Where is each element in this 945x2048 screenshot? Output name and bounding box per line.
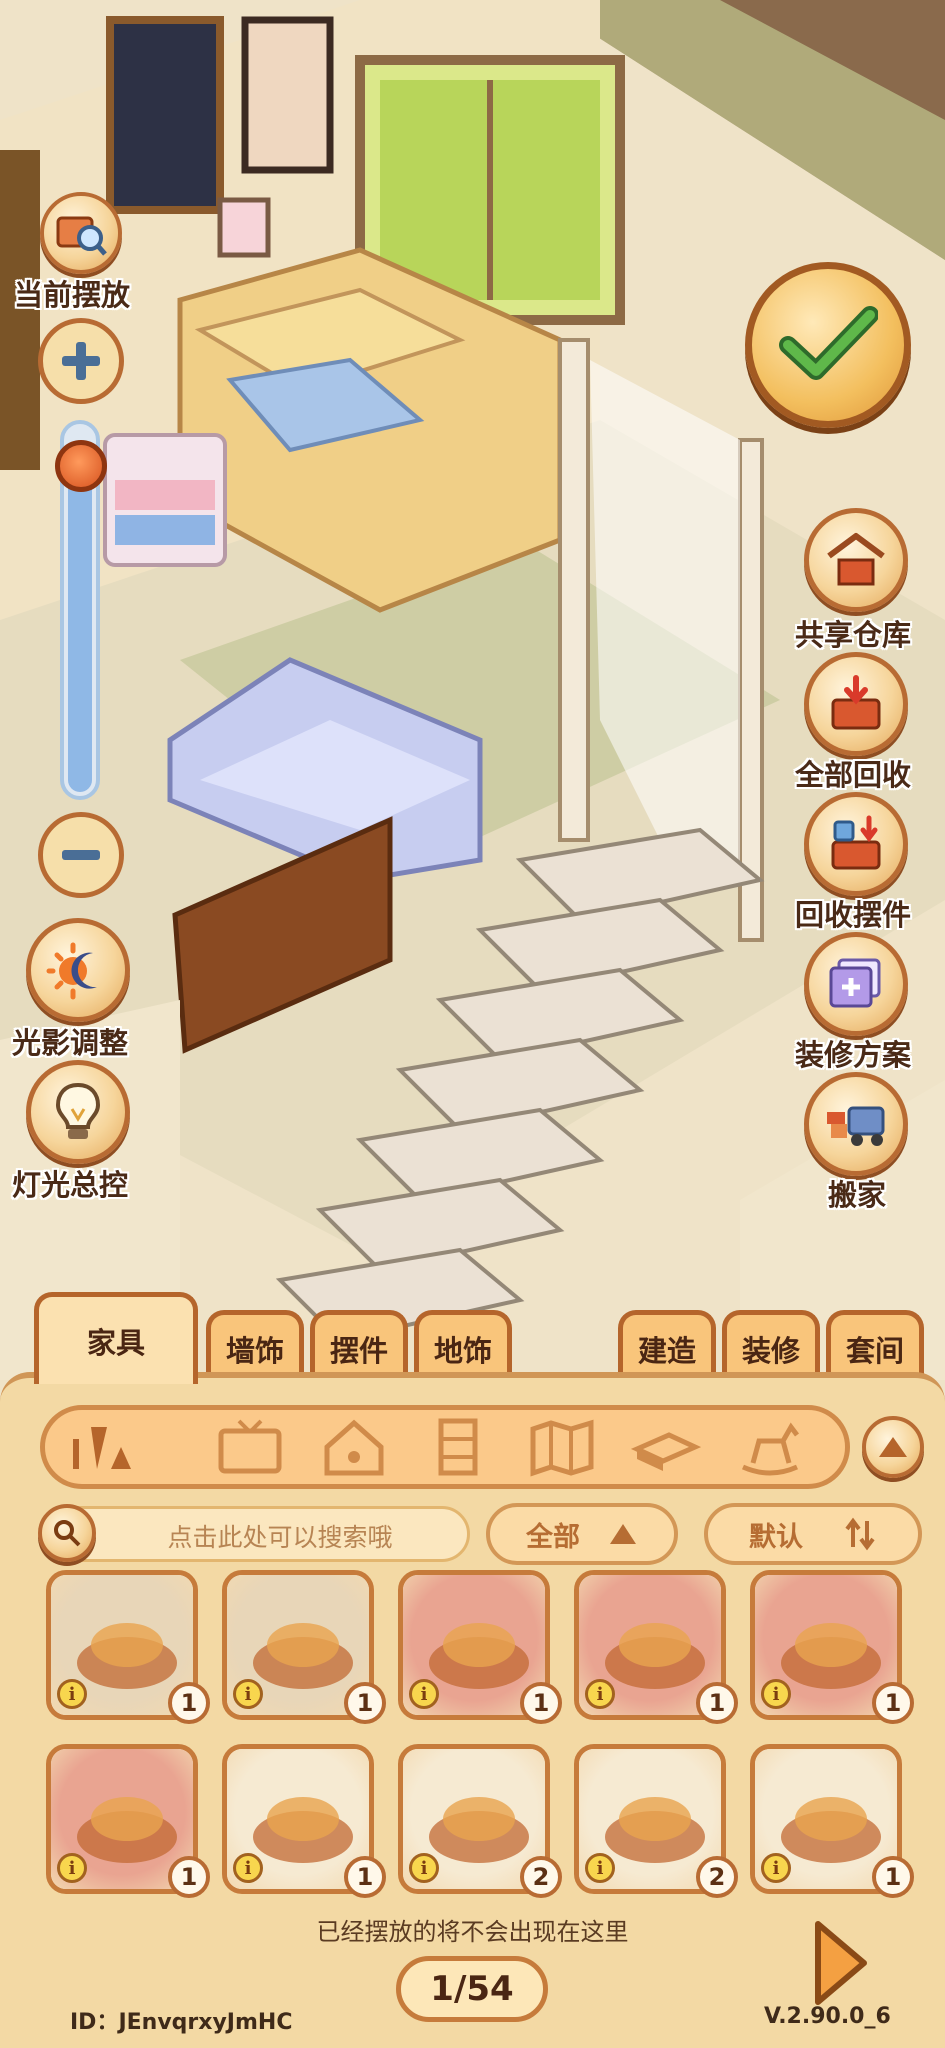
cup-box-icon: [831, 815, 881, 870]
light-bulb-icon: [55, 1082, 101, 1139]
move-house-button[interactable]: [804, 1072, 908, 1176]
decoration-plan-button[interactable]: [804, 932, 908, 1036]
filter-dropdown[interactable]: 全部: [486, 1503, 678, 1565]
plus-icon: [62, 342, 100, 380]
triangle-up-icon: [610, 1524, 636, 1544]
moving-truck-icon: [827, 1106, 885, 1146]
map-icon[interactable]: [522, 1412, 602, 1482]
move-house-label: 搬家: [828, 1178, 887, 1212]
item-count-badge: 1: [872, 1856, 914, 1898]
bed-icon[interactable]: [626, 1412, 706, 1482]
minus-icon: [62, 850, 100, 860]
item-count-badge: 1: [344, 1856, 386, 1898]
light-master-button[interactable]: [26, 1060, 130, 1164]
filter-label: 全部: [526, 1521, 580, 1553]
search-icon[interactable]: [38, 1504, 96, 1562]
item-count-badge: 2: [520, 1856, 562, 1898]
item-count-badge: 1: [168, 1682, 210, 1724]
blueprint-plus-icon: [829, 958, 881, 1008]
rocking-horse-icon[interactable]: [730, 1412, 810, 1482]
sun-moon-icon: [46, 942, 97, 1000]
shelf-icon[interactable]: [418, 1412, 498, 1482]
recall-ornaments-button[interactable]: [804, 792, 908, 896]
version-label: V.2.90.0_6: [764, 2004, 891, 2029]
item-count-badge: 1: [168, 1856, 210, 1898]
tab-furniture[interactable]: 家具: [34, 1292, 198, 1384]
confirm-button[interactable]: [745, 262, 911, 428]
user-id: ID：JEnvqrxyJmHC: [70, 2010, 293, 2035]
zoom-slider-fill: [68, 457, 92, 792]
info-icon[interactable]: i: [585, 1853, 615, 1883]
item-count-badge: 1: [696, 1682, 738, 1724]
shared-storage-button[interactable]: [804, 508, 908, 612]
decoration-plan-label: 装修方案: [795, 1038, 912, 1072]
warehouse-icon: [827, 533, 885, 586]
info-icon[interactable]: i: [233, 1679, 263, 1709]
box-down-arrow-icon: [831, 675, 881, 730]
search-placeholder: 点击此处可以搜索哦: [167, 1523, 393, 1552]
lighting-adjust-button[interactable]: [26, 918, 130, 1022]
lighting-adjust-label: 光影调整: [12, 1026, 129, 1060]
info-icon[interactable]: i: [57, 1679, 87, 1709]
pet-house-icon[interactable]: [314, 1412, 394, 1482]
zoom-out-button[interactable]: [38, 812, 124, 898]
triangle-right-icon: [815, 1921, 867, 2005]
collapse-panel-button[interactable]: [862, 1416, 924, 1478]
tv-icon[interactable]: [210, 1412, 290, 1482]
current-placement-label: 当前摆放: [14, 278, 131, 312]
footer-note: 已经摆放的将不会出现在这里: [316, 1918, 629, 1946]
box-search-icon: [56, 216, 107, 256]
category-all-icon[interactable]: [62, 1412, 142, 1482]
item-count-badge: 2: [696, 1856, 738, 1898]
item-count-badge: 1: [344, 1682, 386, 1724]
room-illustration: [0, 0, 945, 1380]
info-icon[interactable]: i: [409, 1853, 439, 1883]
info-icon[interactable]: i: [585, 1679, 615, 1709]
light-master-label: 灯光总控: [12, 1168, 129, 1202]
recall-all-label: 全部回收: [795, 758, 912, 792]
sort-dropdown[interactable]: 默认: [704, 1503, 922, 1565]
info-icon[interactable]: i: [409, 1679, 439, 1709]
info-icon[interactable]: i: [761, 1853, 791, 1883]
sort-label: 默认: [749, 1521, 803, 1553]
sort-arrows-icon: [845, 1517, 875, 1551]
item-count-badge: 1: [872, 1682, 914, 1724]
next-page-button[interactable]: [810, 1918, 870, 2008]
current-placement-button[interactable]: [40, 192, 122, 274]
zoom-in-button[interactable]: [38, 318, 124, 404]
info-icon[interactable]: i: [761, 1679, 791, 1709]
recall-all-button[interactable]: [804, 652, 908, 756]
recall-ornaments-label: 回收摆件: [795, 898, 912, 932]
item-count-badge: 1: [520, 1682, 562, 1724]
info-icon[interactable]: i: [57, 1853, 87, 1883]
page-indicator: 1/54: [396, 1956, 548, 2022]
zoom-slider-handle[interactable]: [55, 440, 107, 492]
shared-storage-label: 共享仓库: [795, 618, 912, 652]
triangle-up-icon: [879, 1437, 907, 1457]
room-scene[interactable]: [0, 0, 945, 1380]
checkmark-icon: [779, 306, 878, 380]
info-icon[interactable]: i: [233, 1853, 263, 1883]
